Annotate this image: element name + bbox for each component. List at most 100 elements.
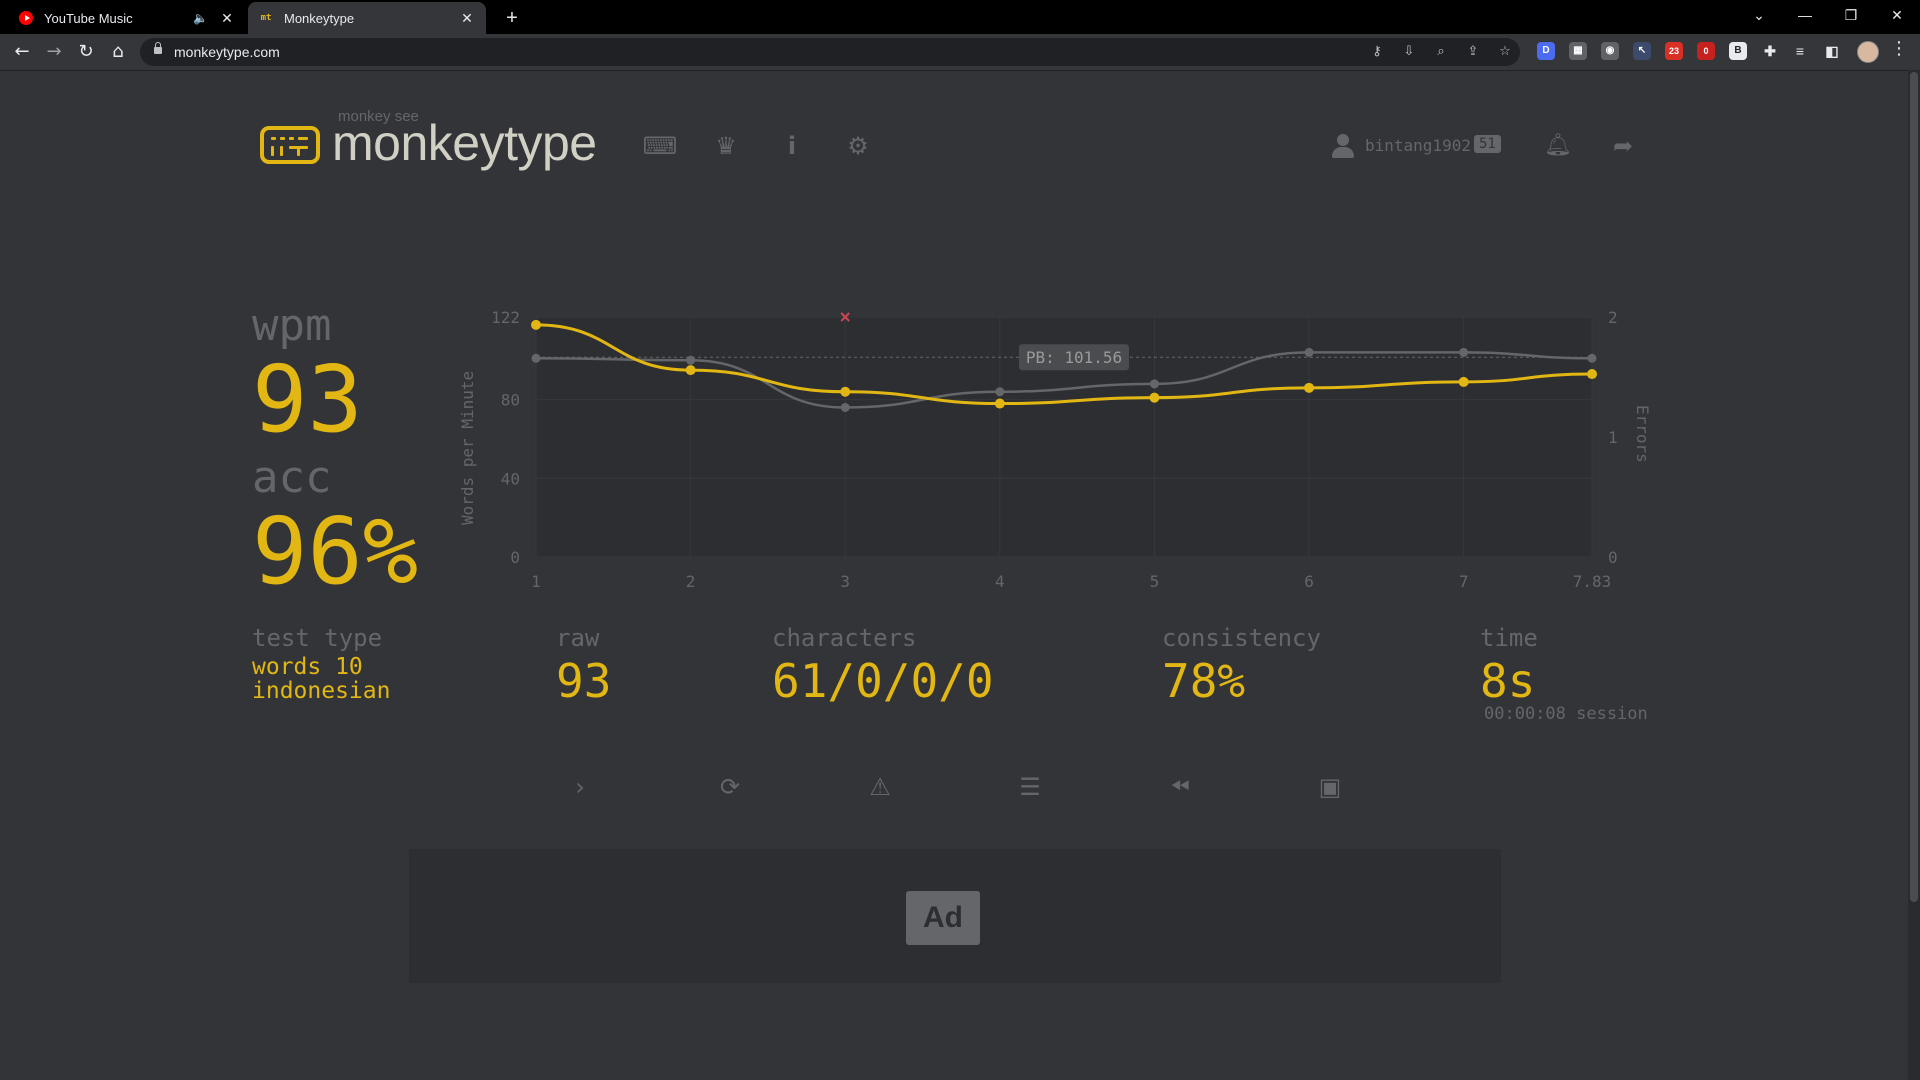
url-text[interactable]: monkeytype.com <box>174 44 280 60</box>
y-tick-label: 40 <box>501 469 520 488</box>
x-tick-label: 3 <box>840 572 850 591</box>
report-icon[interactable]: ⚠ <box>860 770 900 804</box>
y-axis-ticks: 0 40 80 122 <box>491 308 520 567</box>
extension-camera-icon[interactable]: ◉ <box>1601 42 1619 60</box>
close-tab-icon[interactable]: ✕ <box>458 10 476 27</box>
raw-point <box>1459 347 1469 357</box>
raw-value: 93 <box>556 654 612 708</box>
time-value: 8s <box>1480 654 1536 708</box>
level-badge: 51 <box>1474 135 1501 153</box>
test-type-language: indonesian <box>252 678 391 704</box>
characters-value: 61/0/0/0 <box>772 654 994 708</box>
y2-tick-label: 1 <box>1608 428 1618 447</box>
monkeytype-logo-icon[interactable] <box>260 126 320 164</box>
x-tick-label: 4 <box>995 572 1005 591</box>
wpm-chart[interactable]: 04080122 012 1 2 3 4 5 6 7 7.83 PB: 101.56 <box>440 295 1640 600</box>
username[interactable]: bintang1902 <box>1365 136 1471 155</box>
wpm-point <box>685 365 696 376</box>
consistency-label: consistency <box>1162 624 1321 652</box>
gear-icon[interactable]: ⚙ <box>840 130 876 162</box>
words-history-icon[interactable]: ☰ <box>1010 770 1050 804</box>
home-button[interactable]: ⌂ <box>104 38 132 66</box>
next-test-icon[interactable]: › <box>560 770 600 804</box>
close-window-button[interactable]: ✕ <box>1874 0 1920 30</box>
info-icon[interactable]: i <box>774 130 810 162</box>
x-tick-label: 5 <box>1150 572 1160 591</box>
session-time: 00:00:08 session <box>1484 704 1648 724</box>
reload-button[interactable]: ↻ <box>72 38 100 66</box>
crown-icon[interactable]: ♛ <box>708 130 744 162</box>
bookmark-star-icon[interactable]: ☆ <box>1496 43 1514 61</box>
keyboard-icon[interactable]: ⌨ <box>642 130 678 162</box>
raw-point <box>531 353 541 363</box>
wpm-label: wpm <box>252 300 332 351</box>
raw-point <box>1149 379 1159 389</box>
test-type-mode: words 10 <box>252 654 363 680</box>
y2-tick-label: 0 <box>1608 548 1618 567</box>
minimize-button[interactable]: — <box>1782 0 1828 30</box>
monkeytype-favicon-icon: mt <box>260 13 272 23</box>
wpm-point <box>1458 376 1469 387</box>
tab-search-icon[interactable]: ⌄ <box>1736 0 1782 30</box>
replay-icon[interactable]: ⏪︎ <box>1160 770 1200 804</box>
extension-b-icon[interactable]: B <box>1729 42 1747 60</box>
raw-point <box>1587 353 1597 363</box>
extensions-puzzle-icon[interactable]: ✚ <box>1761 42 1779 60</box>
consistency-value: 78% <box>1162 654 1246 708</box>
y2-axis-ticks: 0 1 2 <box>1608 308 1618 567</box>
chrome-menu-icon[interactable]: ⋮ <box>1890 38 1908 59</box>
youtube-music-icon <box>18 10 34 26</box>
y-tick-label: 0 <box>510 548 520 567</box>
x-tick-label: 7.83 <box>1573 572 1612 591</box>
forward-button[interactable]: → <box>40 38 68 66</box>
x-tick-label: 1 <box>531 572 541 591</box>
acc-label: acc <box>252 452 332 503</box>
lock-icon[interactable] <box>154 42 162 54</box>
x-tick-label: 6 <box>1304 572 1314 591</box>
media-control-icon[interactable]: ≡ <box>1791 42 1809 60</box>
raw-point <box>840 402 850 412</box>
extension-grid-icon[interactable]: ▦ <box>1569 42 1587 60</box>
zoom-icon[interactable]: ⌕ <box>1432 43 1450 61</box>
tab-monkeytype[interactable]: mt Monkeytype ✕ <box>248 2 486 34</box>
raw-label: raw <box>556 624 600 652</box>
time-label: time <box>1480 624 1538 652</box>
y-tick-label: 122 <box>491 308 520 327</box>
scrollbar-thumb[interactable] <box>1910 72 1918 902</box>
restart-icon[interactable]: ⟳ <box>710 770 750 804</box>
raw-point <box>995 387 1005 397</box>
extension-cursor-icon[interactable]: ↖ <box>1633 42 1651 60</box>
extension-d-icon[interactable]: D <box>1537 42 1555 60</box>
close-tab-icon[interactable]: ✕ <box>218 10 236 27</box>
key-icon[interactable]: ⚷ <box>1368 43 1386 61</box>
wpm-point <box>840 386 851 397</box>
speaker-icon[interactable]: 🔈 <box>193 11 208 25</box>
profile-avatar[interactable] <box>1857 41 1879 63</box>
screenshot-icon[interactable]: ▣ <box>1310 770 1350 804</box>
extension-counter-icon[interactable]: 0 <box>1697 42 1715 60</box>
user-icon[interactable] <box>1332 132 1354 160</box>
test-type-label: test type <box>252 624 383 652</box>
x-axis-ticks: 1 2 3 4 5 6 7 7.83 <box>531 572 1611 591</box>
wpm-value: 93 <box>252 346 363 453</box>
extension-red-badge-icon[interactable]: 23 <box>1665 42 1683 60</box>
wpm-point <box>1587 369 1597 380</box>
ad-badge: Ad <box>906 891 980 945</box>
y-tick-label: 80 <box>501 391 520 410</box>
side-panel-icon[interactable]: ◧ <box>1823 42 1841 60</box>
new-tab-button[interactable]: + <box>498 4 526 32</box>
back-button[interactable]: ← <box>8 38 36 66</box>
raw-point <box>1304 347 1314 357</box>
characters-label: characters <box>772 624 917 652</box>
restore-button[interactable]: ❐ <box>1828 0 1874 30</box>
wpm-point <box>531 319 541 330</box>
logo-text[interactable]: monkeytype <box>332 114 597 172</box>
tab-title: YouTube Music <box>44 10 133 26</box>
logout-icon[interactable]: ➦ <box>1606 130 1640 162</box>
wpm-point <box>994 398 1005 409</box>
bell-icon[interactable]: 🔔︎ <box>1543 130 1573 162</box>
tab-youtube-music[interactable]: YouTube Music 🔈 ✕ <box>8 2 246 34</box>
share-icon[interactable]: ⇪ <box>1464 43 1482 61</box>
address-bar[interactable]: monkeytype.com ⚷ ⇩ ⌕ ⇪ ☆ <box>140 38 1520 66</box>
install-app-icon[interactable]: ⇩ <box>1400 43 1418 61</box>
